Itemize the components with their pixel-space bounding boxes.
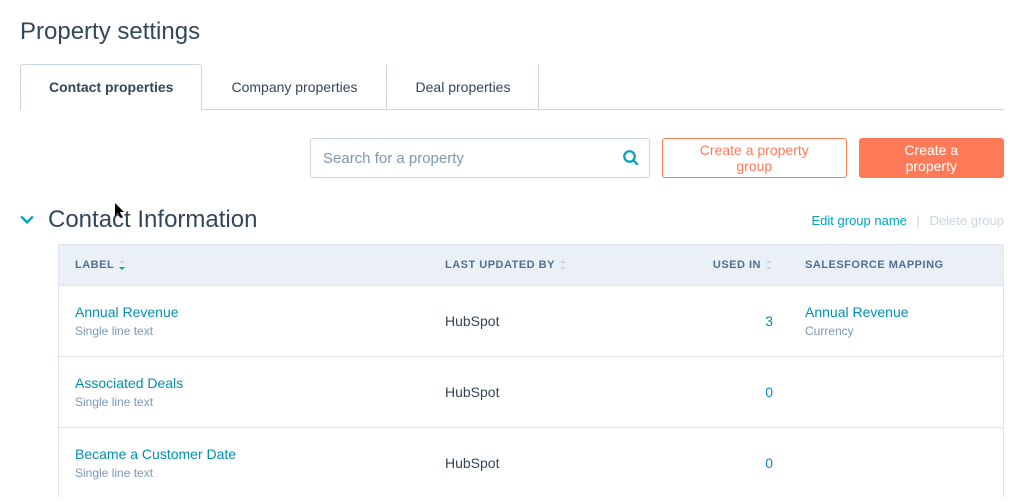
cell-label: Became a Customer Date Single line text xyxy=(59,428,429,498)
column-used-text: USED IN xyxy=(713,259,761,271)
tab-company-properties[interactable]: Company properties xyxy=(202,64,386,109)
delete-group-link[interactable]: Delete group xyxy=(930,213,1004,228)
salesforce-field-type: Currency xyxy=(805,324,987,338)
tabs: Contact properties Company properties De… xyxy=(20,64,1004,110)
button-label: Create a property xyxy=(878,142,985,174)
group-actions: Edit group name | Delete group xyxy=(812,213,1005,228)
group-title: Contact Information xyxy=(48,206,257,234)
property-type: Single line text xyxy=(75,395,413,409)
column-updated-text: LAST UPDATED BY xyxy=(445,259,555,271)
tab-contact-properties[interactable]: Contact properties xyxy=(20,64,202,110)
cursor-icon xyxy=(115,203,127,219)
column-last-updated-by[interactable]: LAST UPDATED BY xyxy=(429,245,659,285)
cell-used-in[interactable]: 0 xyxy=(659,437,789,489)
table-header: LABEL LAST UPDATED BY USED IN SALESFORCE… xyxy=(59,245,1003,285)
group-header: Contact Information Edit group name | De… xyxy=(0,206,1024,244)
table-row: Annual Revenue Single line text HubSpot … xyxy=(59,285,1003,356)
tab-label: Company properties xyxy=(231,79,357,95)
create-property-group-button[interactable]: Create a property group xyxy=(662,138,847,178)
tab-label: Deal properties xyxy=(416,79,511,95)
column-used-in[interactable]: USED IN xyxy=(659,245,789,285)
column-sf-text: SALESFORCE MAPPING xyxy=(805,259,944,271)
sort-icon xyxy=(559,260,567,270)
property-name-link[interactable]: Annual Revenue xyxy=(75,304,413,320)
search-wrap xyxy=(310,138,650,178)
cell-updated-by: HubSpot xyxy=(429,437,659,489)
sort-icon xyxy=(765,260,773,270)
column-label-text: LABEL xyxy=(75,259,114,271)
properties-table: LABEL LAST UPDATED BY USED IN SALESFORCE… xyxy=(58,244,1004,498)
column-label[interactable]: LABEL xyxy=(59,245,429,285)
tab-label: Contact properties xyxy=(49,79,173,95)
table-row: Became a Customer Date Single line text … xyxy=(59,427,1003,498)
toolbar: Create a property group Create a propert… xyxy=(20,110,1004,206)
chevron-down-icon[interactable] xyxy=(20,213,34,227)
page-title: Property settings xyxy=(20,18,1004,46)
property-name-link[interactable]: Associated Deals xyxy=(75,375,413,391)
edit-group-name-link[interactable]: Edit group name xyxy=(812,213,907,228)
cell-updated-by: HubSpot xyxy=(429,366,659,418)
property-type: Single line text xyxy=(75,324,413,338)
cell-label: Associated Deals Single line text xyxy=(59,357,429,427)
cell-salesforce-mapping xyxy=(789,357,1003,427)
search-icon xyxy=(622,149,640,167)
table-row: Associated Deals Single line text HubSpo… xyxy=(59,356,1003,427)
salesforce-field-link[interactable]: Annual Revenue xyxy=(805,304,987,320)
separator: | xyxy=(917,213,920,228)
cell-updated-by: HubSpot xyxy=(429,295,659,347)
property-name-link[interactable]: Became a Customer Date xyxy=(75,446,413,462)
cell-used-in[interactable]: 0 xyxy=(659,366,789,418)
column-salesforce-mapping[interactable]: SALESFORCE MAPPING xyxy=(789,245,1003,285)
cell-used-in[interactable]: 3 xyxy=(659,295,789,347)
cell-salesforce-mapping: Annual Revenue Currency xyxy=(789,286,1003,356)
cell-salesforce-mapping xyxy=(789,428,1003,498)
button-label: Create a property group xyxy=(681,142,828,174)
tab-deal-properties[interactable]: Deal properties xyxy=(387,64,540,109)
create-property-button[interactable]: Create a property xyxy=(859,138,1004,178)
property-type: Single line text xyxy=(75,466,413,480)
cell-label: Annual Revenue Single line text xyxy=(59,286,429,356)
sort-icon xyxy=(118,260,126,270)
search-input[interactable] xyxy=(310,138,650,178)
